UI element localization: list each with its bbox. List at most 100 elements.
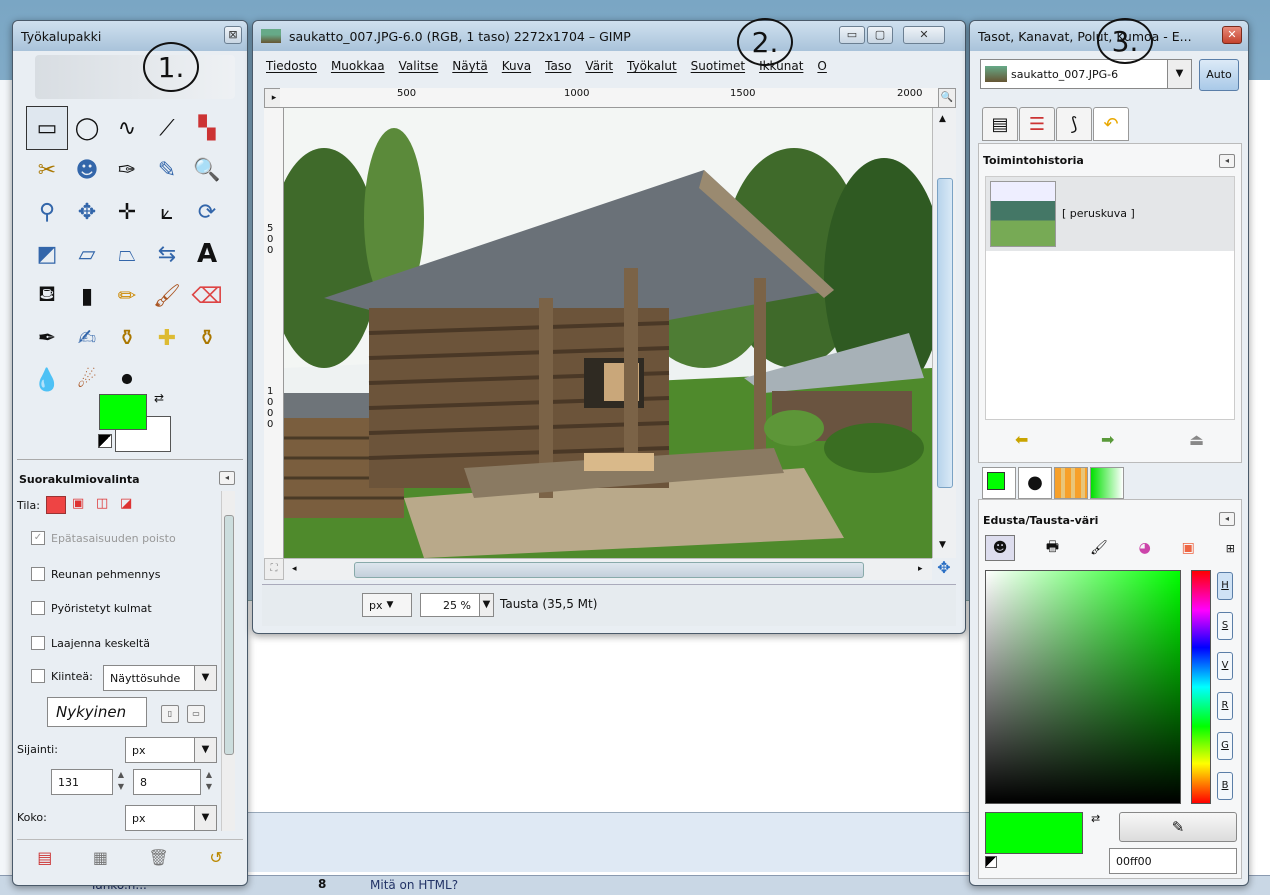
zoom-to-fit-icon[interactable]: 🔍	[938, 88, 956, 108]
menu-item[interactable]: Työkalut	[620, 59, 684, 73]
vertical-ruler[interactable]: 5 0 0 1 0 0 0	[264, 108, 284, 558]
ellipse-select-tool-icon[interactable]: ◯	[67, 107, 107, 149]
mode-subtract-button[interactable]: ◫	[96, 496, 114, 514]
restore-options-icon[interactable]: ▦	[93, 848, 108, 867]
fixed-dropdown[interactable]: Näyttösuhde ▼	[103, 665, 217, 691]
swap-colors-icon[interactable]: ⇄	[154, 391, 164, 405]
delete-options-icon[interactable]: 🗑	[149, 848, 169, 867]
rounded-row[interactable]: Pyöristetyt kulmat	[31, 601, 152, 615]
rounded-checkbox[interactable]	[31, 601, 45, 615]
history-menu-button[interactable]: ◂	[1219, 154, 1235, 168]
reset-options-icon[interactable]: ↺	[209, 848, 222, 867]
unit-dropdown[interactable]: px ▼	[362, 593, 412, 617]
navigate-icon[interactable]: ✥	[932, 558, 956, 580]
rect-select-tool-icon[interactable]: ▭	[26, 106, 68, 150]
hex-input[interactable]: 00ff00	[1109, 848, 1237, 874]
size-unit-dropdown[interactable]: px ▼	[125, 805, 217, 831]
menu-item[interactable]: Tiedosto	[259, 59, 324, 73]
color-picker-tool-icon[interactable]: ✎	[147, 149, 187, 191]
brush-tab-icon[interactable]: ●	[1018, 467, 1052, 499]
scales-selector-icon[interactable]: ⊞	[1226, 542, 1235, 555]
position-y-input[interactable]: 8	[133, 769, 201, 795]
foreground-select-tool-icon[interactable]: ☻	[67, 149, 107, 191]
palette-selector-icon[interactable]: ▣	[1182, 540, 1195, 556]
portrait-icon[interactable]: ▯	[161, 705, 179, 723]
shear-tool-icon[interactable]: ▱	[67, 233, 107, 275]
current-value-field[interactable]: Nykyinen	[47, 697, 147, 727]
scrollbar-thumb[interactable]	[354, 562, 864, 578]
redo-icon[interactable]: ➡	[1101, 430, 1114, 449]
clone-tool-icon[interactable]: ⚱	[107, 317, 147, 359]
wheel-selector-icon[interactable]: ◕	[1139, 540, 1151, 556]
fixed-checkbox[interactable]	[31, 669, 45, 683]
image-canvas[interactable]	[284, 108, 932, 558]
menu-item[interactable]: Taso	[538, 59, 578, 73]
feather-row[interactable]: Reunan pehmennys	[31, 567, 160, 581]
horizontal-ruler[interactable]: 500 1000 1500 2000	[280, 88, 938, 108]
channel-button-r[interactable]: R	[1217, 692, 1233, 720]
auto-button[interactable]: Auto	[1199, 59, 1239, 91]
paintbrush-tool-icon[interactable]: 🖌	[147, 275, 187, 317]
tool-options-menu-button[interactable]: ◂	[219, 471, 235, 485]
toolbox-close-button[interactable]: ⊠	[224, 26, 242, 44]
canvas-horizontal-scrollbar[interactable]: ◂ ▸	[284, 558, 932, 580]
feather-checkbox[interactable]	[31, 567, 45, 581]
airbrush-tool-icon[interactable]: ✒	[27, 317, 67, 359]
heal-tool-icon[interactable]: ✚	[147, 317, 187, 359]
channel-button-b[interactable]: B	[1217, 772, 1233, 800]
zoom-tool-icon[interactable]: 🔍	[187, 149, 227, 191]
scroll-left-icon[interactable]: ◂	[292, 564, 297, 574]
align-tool-icon[interactable]: ✛	[107, 191, 147, 233]
toolbox-titlebar[interactable]: Työkalupakki	[13, 21, 247, 51]
scrollbar-thumb[interactable]	[224, 515, 234, 755]
ink-tool-icon[interactable]: ✍	[67, 317, 107, 359]
pencil-tool-icon[interactable]: ✏	[107, 275, 147, 317]
maximize-button[interactable]: ▢	[867, 26, 893, 44]
dock-close-button[interactable]: ✕	[1222, 26, 1242, 44]
fuzzy-select-tool-icon[interactable]: ⟋	[147, 107, 187, 149]
landscape-icon[interactable]: ▭	[187, 705, 205, 723]
move-tool-icon[interactable]: ✥	[67, 191, 107, 233]
position-unit-dropdown[interactable]: px ▼	[125, 737, 217, 763]
zoom-dropdown[interactable]: 25 % ▼	[420, 593, 494, 617]
undo-icon[interactable]: ⬅	[1015, 430, 1028, 449]
color-panel-menu-button[interactable]: ◂	[1219, 512, 1235, 526]
mode-intersect-button[interactable]: ◪	[120, 496, 138, 514]
paths-tool-icon[interactable]: ✑	[107, 149, 147, 191]
scale-tool-icon[interactable]: ◩	[27, 233, 67, 275]
expand-checkbox[interactable]	[31, 636, 45, 650]
swap-colors-icon[interactable]: ⇄	[1091, 812, 1100, 825]
free-select-tool-icon[interactable]: ∿	[107, 107, 147, 149]
channel-button-h[interactable]: H	[1217, 572, 1233, 600]
gimp-selector-icon[interactable]: ☻	[985, 535, 1015, 561]
canvas-vertical-scrollbar[interactable]: ▲ ▼	[932, 108, 956, 558]
tool-options-scrollbar[interactable]	[221, 491, 235, 831]
antialias-row[interactable]: ✓ Epätasaisuuden poisto	[31, 531, 176, 545]
image-select-dropdown[interactable]: saukatto_007.JPG-6 ▼	[980, 59, 1192, 89]
rotate-tool-icon[interactable]: ⟳	[187, 191, 227, 233]
measure-tool-icon[interactable]: ⚲	[27, 191, 67, 233]
position-x-input[interactable]: 131	[51, 769, 113, 795]
crop-tool-icon[interactable]: ⟀	[147, 191, 187, 233]
mode-replace-button[interactable]	[45, 496, 66, 514]
watercolor-selector-icon[interactable]: 🖌	[1090, 540, 1108, 556]
quick-mask-icon[interactable]: ⛶	[264, 558, 284, 580]
paths-tab-icon[interactable]: ⟆	[1056, 107, 1092, 141]
default-colors-icon[interactable]	[98, 434, 112, 448]
antialias-checkbox[interactable]: ✓	[31, 531, 45, 545]
select-by-color-tool-icon[interactable]: ▚	[187, 107, 227, 149]
blend-tool-icon[interactable]: ▮	[67, 275, 107, 317]
bucket-fill-tool-icon[interactable]: ⛾	[27, 275, 67, 317]
expand-row[interactable]: Laajenna keskeltä	[31, 636, 150, 650]
scroll-down-icon[interactable]: ▼	[939, 540, 946, 550]
perspective-tool-icon[interactable]: ⏢	[107, 233, 147, 275]
cmyk-selector-icon[interactable]: 🖶	[1046, 536, 1059, 560]
scroll-up-icon[interactable]: ▲	[939, 114, 946, 124]
layers-tab-icon[interactable]: ▤	[982, 107, 1018, 141]
eraser-tool-icon[interactable]: ⌫	[187, 275, 227, 317]
scroll-right-icon[interactable]: ▸	[918, 564, 923, 574]
channel-button-s[interactable]: S	[1217, 612, 1233, 640]
channels-tab-icon[interactable]: ☰	[1019, 107, 1055, 141]
undo-history-tab-icon[interactable]: ↶	[1093, 107, 1129, 141]
perspective-clone-tool-icon[interactable]: ⚱	[187, 317, 227, 359]
